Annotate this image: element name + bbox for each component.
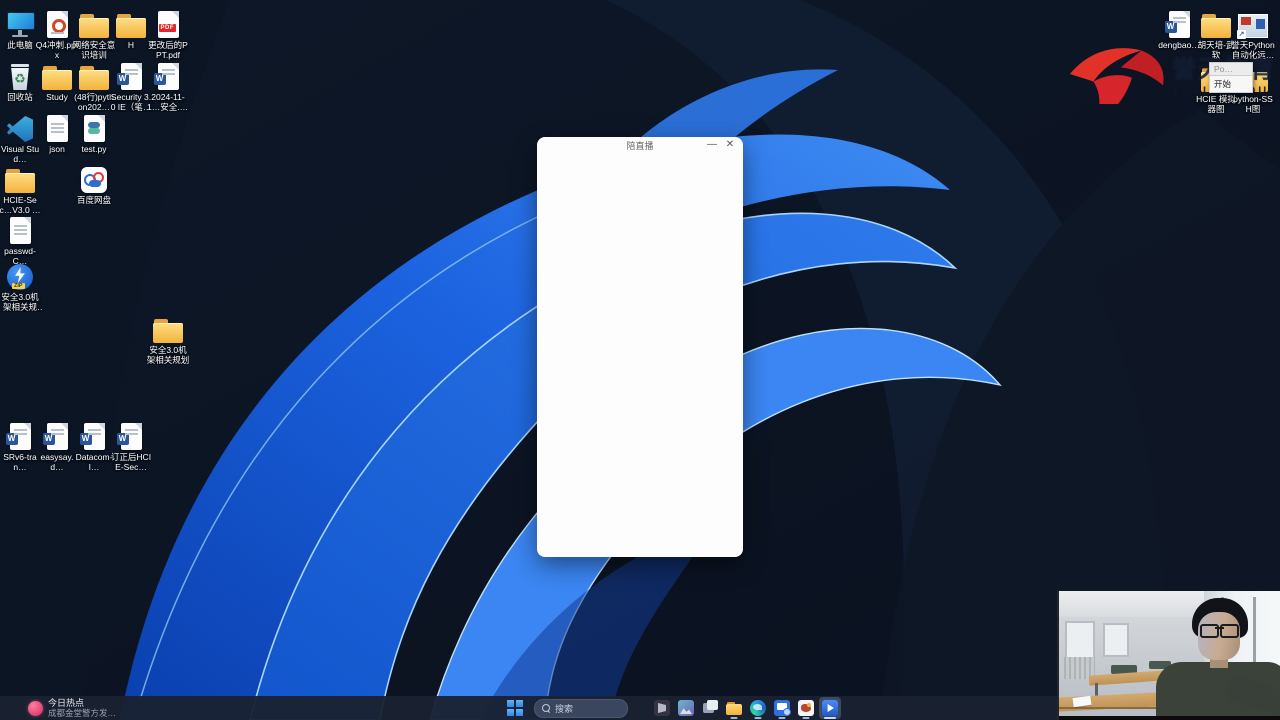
q4-pptx-icon [39,8,75,38]
desktop-icon-security3-doc[interactable]: W Security 3.0 IE（笔试Y… [111,60,151,112]
running-indicator [824,717,836,719]
visual-studio-code-icon [2,112,38,142]
h-folder-icon [113,8,149,38]
desktop-screen: { "colors": { "bloom_bright": "#3b86f2",… [0,0,1280,720]
news-title: 今日热点 [48,698,85,708]
desktop-icon-changed-ppt-pdf[interactable]: PDF 更改后的PPT.pdf [148,8,188,60]
desktop-icon-srv6-doc[interactable]: W SRv6-tran… [2,420,38,472]
desktop-icon-test-py[interactable]: test.py [76,112,112,154]
taskbar-app-live-studio[interactable] [819,697,841,719]
easysay-doc-icon: W [39,420,75,450]
desktop-icon-easysay-doc[interactable]: W easysay.d… [39,420,75,472]
running-indicator [730,717,738,719]
security-plan-folder-icon [150,313,186,343]
running-indicator [754,717,762,719]
taskbar-app-task-view[interactable] [699,697,721,719]
desktop-icon-h-folder[interactable]: H [113,8,149,50]
desktop-icon-this-pc[interactable]: 此电脑 [2,8,38,50]
desktop-icon-security-zip[interactable]: ZIP 安全3.0机架相关规划.zip [1,260,39,312]
desktop-icon-passwd-file[interactable]: passwd-C… [2,214,38,266]
taskbar-app-file-explorer[interactable] [723,697,745,719]
desktop-icon-datacom-doc[interactable]: W Datacom-I… [76,420,112,472]
python-48-folder-icon [76,60,112,90]
news-subtitle: 成都金堂警方发… [48,708,117,718]
baidu-netdisk-icon [76,163,112,193]
taskbar-app-row [650,697,842,719]
srv6-doc-icon: W [2,420,38,450]
taskbar-app-edge[interactable] [747,697,769,719]
desktop-icon-label: 更改后的PPT.pdf [148,40,188,60]
webcam-desk-edge [1059,707,1161,709]
dengbao-doc-icon: W [1161,8,1197,38]
changed-ppt-pdf-icon: PDF [150,8,186,38]
webcam-wall-board [1103,623,1129,657]
desktop-icon-label: 2024-11-1…安全.docx [146,92,190,112]
desktop-icon-label: 安全3.0机架相关规划 [146,345,190,365]
desktop-icon-security-plan-folder[interactable]: 安全3.0机架相关规划 [147,313,189,365]
desktop-icon-study-folder[interactable]: Study [39,60,75,102]
start-button[interactable] [506,699,525,718]
webcam-overlay [1057,591,1280,720]
live-assistant-window: 陪直播 — ✕ [537,137,743,557]
desktop-icon-label: 百度网盘 [76,195,111,205]
person-glasses [1200,624,1240,638]
recycle-bin-icon: ♻ [2,60,38,90]
desktop-icon-recycle-bin[interactable]: ♻ 回收站 [2,60,38,102]
revised-hcie-doc-icon: W [113,420,149,450]
close-button[interactable]: ✕ [721,137,739,152]
search-label: 搜索 [555,703,574,714]
webcam-person [1148,598,1280,720]
yutian-ribbon-icon [1069,48,1164,104]
webcam-wall-board [1065,621,1095,659]
2024-11-docx-icon: W [150,60,186,90]
tooltip-label: 开始 [1209,75,1253,93]
running-indicator [778,717,786,719]
desktop-icon-2024-11-docx[interactable]: W 2024-11-1…安全.docx [147,60,189,112]
desktop-icon-label: test.py [81,144,107,154]
datacom-doc-icon: W [76,420,112,450]
taskbar-app-paint-app[interactable] [795,697,817,719]
minimize-button[interactable]: — [703,137,721,152]
desktop-icon-label: 订正后HCIE-Sec… [110,452,152,472]
desktop-icon-json-file[interactable]: json [39,112,75,154]
desktop-icon-security-training-folder[interactable]: 网络安全意识培训 [73,8,115,60]
taskbar-center: 搜索 [506,696,842,720]
news-widget[interactable]: 今日热点 成都金堂警方发… [28,698,116,718]
desktop-icon-label: HCIE-Sec…V3.0 设备… [0,195,41,215]
security3-doc-icon: W [113,60,149,90]
desktop-icon-hcie-sec-folder[interactable]: HCIE-Sec…V3.0 设备… [0,163,41,215]
desktop-icon-visual-studio-code[interactable]: Visual Stud… [1,112,39,164]
search-icon [542,704,551,713]
taskbar-app-remote-meeting[interactable] [771,697,793,719]
security-training-folder-icon [76,8,112,38]
taskbar-app-capcut[interactable] [651,697,673,719]
json-file-icon [39,112,75,142]
search-box[interactable]: 搜索 [534,698,628,718]
desktop-icon-revised-hcie-doc[interactable]: W 订正后HCIE-Sec… [111,420,151,472]
desktop-icon-baidu-netdisk[interactable]: 百度网盘 [76,163,112,205]
drag-tooltip: Po… 开始 [1209,62,1253,93]
news-hotspot-icon [28,700,43,716]
hutianpei-folder-icon [1198,8,1234,38]
desktop-icon-label: 安全3.0机架相关规划.zip [1,292,39,312]
taskbar-app-photos[interactable] [675,697,697,719]
running-indicator [802,717,810,719]
this-pc-icon [2,8,38,38]
study-folder-icon [39,60,75,90]
security-zip-icon: ZIP [2,260,38,290]
test-py-icon [76,112,112,142]
webcam-bottom-bar [1059,716,1280,720]
tooltip-top-line: Po… [1209,62,1253,75]
passwd-file-icon [2,214,38,244]
yutian-python-shortcut-icon: ↗ [1235,8,1271,39]
desktop-icon-python-48-folder[interactable]: (48行)python202… [74,60,114,112]
desktop-icon-q4-pptx[interactable]: Q4冲刺.pptx [36,8,78,60]
window-titlebar[interactable]: 陪直播 — ✕ [537,137,743,154]
hcie-sec-folder-icon [2,163,38,193]
